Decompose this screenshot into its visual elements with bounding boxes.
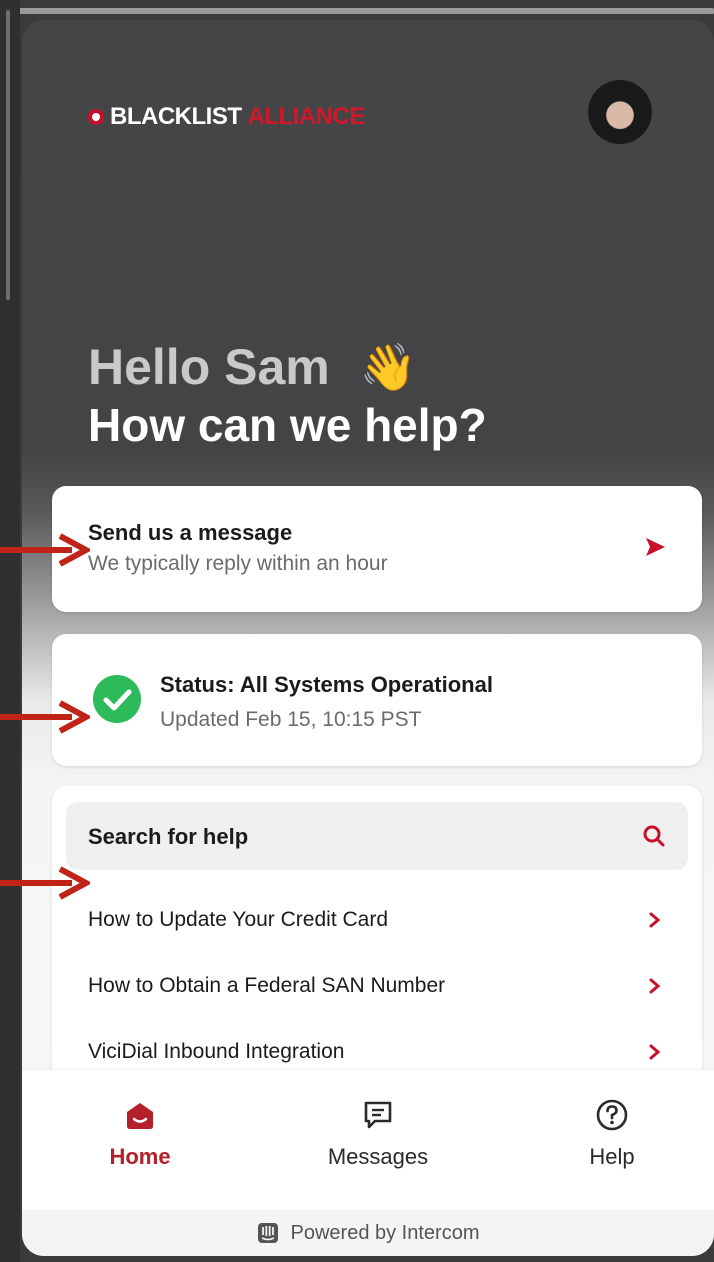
annotation-arrow-icon	[0, 533, 90, 567]
status-title: Status: All Systems Operational	[160, 672, 493, 697]
help-article-label: How to Update Your Credit Card	[88, 908, 388, 931]
messenger-widget: BLACKLIST ALLIANCE Hello Sam 👋 How can w…	[22, 20, 714, 1256]
annotation-arrow-icon	[0, 700, 90, 734]
bottom-nav: Home Messages Help	[22, 1070, 714, 1210]
window-top-edge	[14, 8, 714, 14]
help-article-label: How to Obtain a Federal SAN Number	[88, 974, 446, 997]
help-search-input[interactable]: Search for help	[66, 802, 688, 870]
status-subtitle: Updated Feb 15, 10:15 PST	[160, 708, 422, 731]
chevron-right-icon	[649, 1044, 661, 1060]
greeting-hello: Hello Sam 👋	[88, 338, 648, 396]
search-placeholder: Search for help	[88, 824, 249, 849]
logo-mark-icon	[88, 109, 104, 125]
chevron-right-icon	[649, 978, 661, 994]
chevron-right-icon	[649, 912, 661, 928]
send-icon[interactable]	[644, 536, 666, 558]
nav-help-label: Help	[589, 1144, 635, 1169]
intercom-icon	[257, 1223, 278, 1243]
logo-text-accent: ALLIANCE	[247, 103, 365, 130]
greeting-question: How can we help?	[88, 399, 487, 451]
status-card[interactable]: Status: All Systems Operational Updated …	[52, 634, 702, 766]
wave-emoji-icon: 👋	[359, 341, 418, 393]
home-icon	[127, 1103, 153, 1129]
help-icon	[596, 1099, 628, 1131]
send-message-title: Send us a message	[88, 520, 293, 545]
help-article-item[interactable]: How to Obtain a Federal SAN Number	[88, 966, 668, 1006]
send-message-subtitle: We typically reply within an hour	[88, 552, 388, 575]
messages-icon	[364, 1101, 392, 1129]
help-article-label: ViciDial Inbound Integration	[88, 1040, 345, 1063]
greeting: Hello Sam 👋 How can we help?	[88, 338, 648, 454]
nav-help[interactable]: Help	[542, 1098, 682, 1170]
annotation-arrow-icon	[0, 866, 90, 900]
greeting-name: Hello Sam	[88, 339, 330, 395]
search-icon[interactable]	[642, 824, 666, 848]
help-article-item[interactable]: How to Update Your Credit Card	[88, 900, 668, 940]
nav-messages[interactable]: Messages	[308, 1098, 448, 1170]
brand-logo: BLACKLIST ALLIANCE	[88, 103, 365, 130]
agent-avatar	[588, 80, 652, 144]
nav-home[interactable]: Home	[70, 1098, 210, 1170]
left-edge-strip	[0, 0, 20, 1262]
check-circle-icon	[93, 675, 141, 723]
nav-messages-label: Messages	[327, 1144, 429, 1169]
nav-home-label: Home	[109, 1144, 171, 1169]
help-card: Search for help How to Update Your Credi…	[52, 786, 702, 1086]
send-message-card[interactable]: Send us a message We typically reply wit…	[52, 486, 702, 612]
help-article-item[interactable]: ViciDial Inbound Integration	[88, 1032, 668, 1072]
powered-by-footer[interactable]: Powered by Intercom	[22, 1210, 714, 1256]
powered-by-text: Powered by Intercom	[290, 1221, 480, 1244]
logo-text-main: BLACKLIST	[110, 103, 242, 130]
